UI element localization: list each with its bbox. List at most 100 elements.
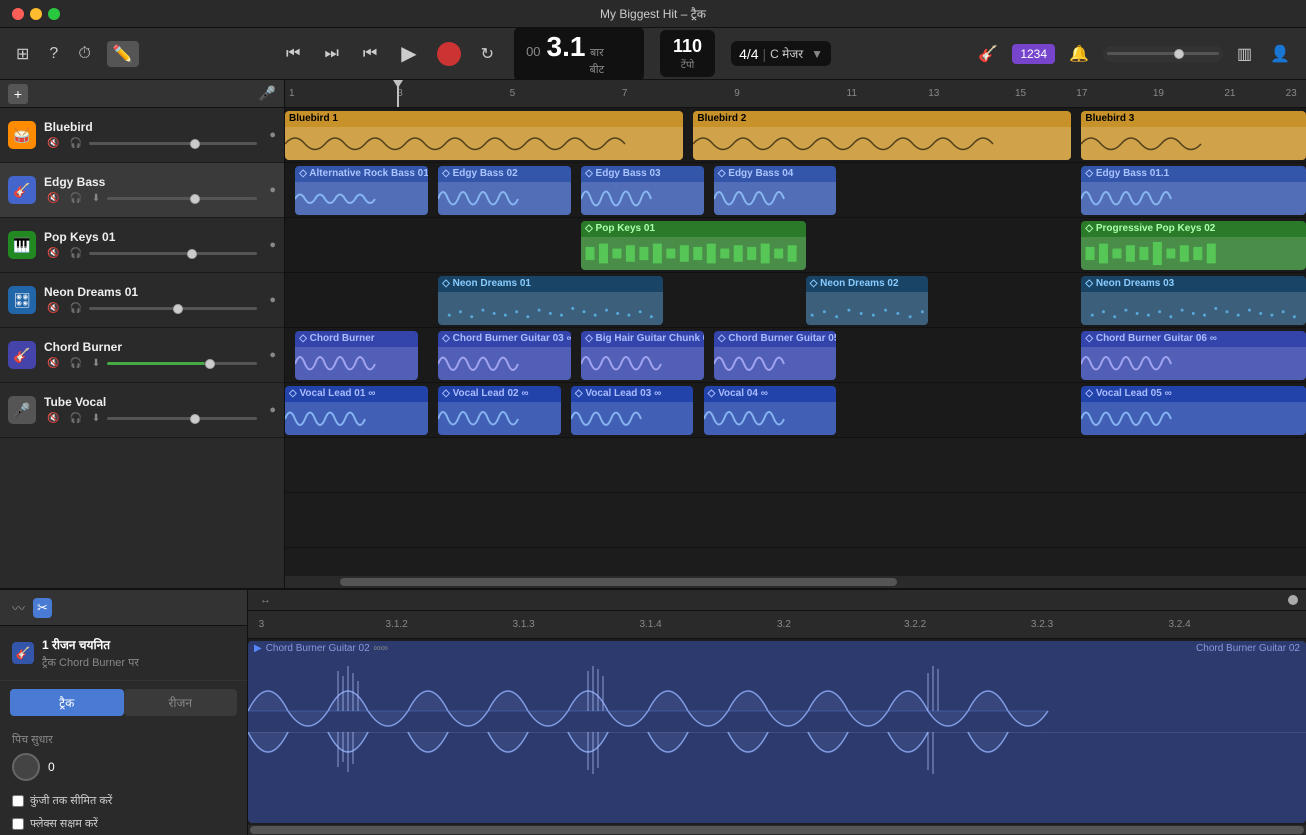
play-button[interactable]: ▶ [397,37,420,70]
empty-row-2 [285,493,1306,548]
transport-display[interactable]: 00 3.1 बार बीट [514,27,644,81]
pan-knob-edgy-bass[interactable]: ● [269,184,276,196]
volume-edgy-bass[interactable] [107,193,257,205]
region-alt-rock-bass[interactable]: ◇ Alternative Rock Bass 01 [295,166,428,215]
headphone-chord-burner[interactable]: 🎧 [66,357,84,370]
region-bluebird-1[interactable]: Bluebird 1 [285,111,683,160]
track-header-bluebird[interactable]: 🥁 Bluebird 🔇 🎧 ● [0,108,284,163]
smart-controls-button[interactable]: 🎤 [259,85,276,102]
region-chord-burner-guitar-05[interactable]: ◇ Chord Burner Guitar 05 ∞ [714,331,837,380]
pan-knob-chord-burner[interactable]: ● [269,349,276,361]
mute-pop-keys[interactable]: 🔇 [44,247,62,260]
pan-knob-neon-dreams[interactable]: ● [269,294,276,306]
region-chord-burner-guitar-03[interactable]: ◇ Chord Burner Guitar 03 ∞ [438,331,571,380]
scrollbar-thumb[interactable] [340,578,897,586]
volume-chord-burner[interactable] [107,358,257,370]
key-limit-checkbox[interactable] [12,795,24,807]
bottom-ruler[interactable]: 3 3.1.2 3.1.3 3.1.4 3.2 3.2.2 3.2.3 3.2.… [248,611,1306,639]
record-arm-edgy-bass[interactable]: ⬇ [89,192,103,205]
headphone-bluebird[interactable]: 🎧 [66,137,84,150]
region-progressive-pop-keys-02[interactable]: ◇ Progressive Pop Keys 02 [1081,221,1306,270]
track-header-neon-dreams[interactable]: 🎛 Neon Dreams 01 🔇 🎧 ● [0,273,284,328]
region-vocal-lead-03[interactable]: ◇ Vocal Lead 03 ∞ [571,386,694,435]
minimize-button[interactable] [30,8,42,20]
region-edgy-bass-02[interactable]: ◇ Edgy Bass 02 [438,166,571,215]
region-pop-keys-01[interactable]: ◇ Pop Keys 01 [581,221,806,270]
fast-forward-button[interactable]: ⏭ [320,41,342,67]
region-bluebird-2[interactable]: Bluebird 2 [693,111,1071,160]
region-vocal-lead-05[interactable]: ◇ Vocal Lead 05 ∞ [1081,386,1306,435]
bottom-scrollbar-thumb[interactable] [250,826,1304,834]
mute-tube-vocal[interactable]: 🔇 [44,412,62,425]
volume-knob[interactable] [1174,49,1184,59]
tab-track-button[interactable]: ट्रैक [10,689,124,716]
mute-neon-dreams[interactable]: 🔇 [44,302,62,315]
headphone-tube-vocal[interactable]: 🎧 [66,412,84,425]
loop-button[interactable]: ↻ [477,40,498,68]
headphone-edgy-bass[interactable]: 🎧 [66,192,84,205]
pan-knob-pop-keys[interactable]: ● [269,239,276,251]
headphone-pop-keys[interactable]: 🎧 [66,247,84,260]
region-edgy-bass-04[interactable]: ◇ Edgy Bass 04 [714,166,837,215]
region-label-edgy-bass-03: ◇ Edgy Bass 03 [581,166,665,181]
tempo-display[interactable]: 110 टेंपो [660,30,715,77]
region-edgy-bass-011[interactable]: ◇ Edgy Bass 01.1 [1081,166,1306,215]
record-button[interactable] [437,42,461,66]
mute-chord-burner[interactable]: 🔇 [44,357,62,370]
volume-neon-dreams[interactable] [89,303,257,315]
mute-edgy-bass[interactable]: 🔇 [44,192,62,205]
library-button[interactable]: ⊞ [12,40,33,68]
pitch-knob[interactable] [12,753,40,781]
pan-knob-bluebird[interactable]: ● [269,129,276,141]
track-header-tube-vocal[interactable]: 🎤 Tube Vocal 🔇 🎧 ⬇ ● [0,383,284,438]
user-id-display[interactable]: 1234 [1012,44,1055,64]
region-chord-burner-guitar-06[interactable]: ◇ Chord Burner Guitar 06 ∞ [1081,331,1306,380]
volume-pop-keys[interactable] [89,248,257,260]
bottom-main-region[interactable]: ▶ Chord Burner Guitar 02 ∞∞ Chord Burner… [248,641,1306,823]
settings-button[interactable]: ⏱ [74,41,94,67]
region-chord-burner[interactable]: ◇ Chord Burner [295,331,418,380]
speaker-button[interactable]: 👤 [1266,40,1294,68]
tuner-button[interactable]: 🎸 [974,40,1002,68]
region-bluebird-3[interactable]: Bluebird 3 [1081,111,1306,160]
region-neon-dreams-03[interactable]: ◇ Neon Dreams 03 [1081,276,1306,325]
region-neon-dreams-02[interactable]: ◇ Neon Dreams 02 [806,276,929,325]
timesig-display[interactable]: 4/4 | C मेजर ▼ [731,41,831,66]
waveform-bluebird-2 [693,127,1071,160]
region-vocal-04[interactable]: ◇ Vocal 04 ∞ [704,386,837,435]
flex-enable-checkbox[interactable] [12,818,24,830]
volume-bluebird[interactable] [89,138,257,150]
record-tube-vocal[interactable]: ⬇ [89,412,103,425]
track-header-pop-keys[interactable]: 🎹 Pop Keys 01 🔇 🎧 ● [0,218,284,273]
maximize-button[interactable] [48,8,60,20]
region-edgy-bass-03[interactable]: ◇ Edgy Bass 03 [581,166,704,215]
track-header-chord-burner[interactable]: 🎸 Chord Burner 🔇 🎧 ⬇ ● [0,328,284,383]
mute-bluebird[interactable]: 🔇 [44,137,62,150]
region-neon-dreams-01[interactable]: ◇ Neon Dreams 01 [438,276,663,325]
rewind-button[interactable]: ⏮ [282,41,304,67]
region-vocal-lead-02[interactable]: ◇ Vocal Lead 02 ∞ [438,386,561,435]
display-button[interactable]: ▥ [1233,40,1256,68]
scissors-icon-btn[interactable]: ✂ [33,598,52,618]
zoom-out-icon[interactable]: ↔ [256,592,275,608]
volume-tube-vocal[interactable] [107,413,257,425]
region-big-hair-guitar[interactable]: ◇ Big Hair Guitar Chunk 04 ∞ [581,331,704,380]
timeline-ruler[interactable]: 1 3 5 7 9 11 13 15 17 19 21 23 [285,80,1306,108]
close-button[interactable] [12,8,24,20]
titlebar: My Biggest Hit – ट्रैक [0,0,1306,28]
record-chord-burner[interactable]: ⬇ [89,357,103,370]
waveform-icon-btn[interactable]: 〰 [8,596,29,619]
bottom-scrollbar[interactable] [248,825,1306,835]
skip-back-button[interactable]: ⏮ [359,41,381,67]
pan-knob-tube-vocal[interactable]: ● [269,404,276,416]
pencil-button[interactable]: ✏️ [107,41,139,67]
alert-button[interactable]: 🔔 [1065,40,1093,68]
headphone-neon-dreams[interactable]: 🎧 [66,302,84,315]
region-vocal-lead-01[interactable]: ◇ Vocal Lead 01 ∞ [285,386,428,435]
help-button[interactable]: ? [45,41,62,67]
track-header-edgy-bass[interactable]: 🎸 Edgy Bass 🔇 🎧 ⬇ ● [0,163,284,218]
master-volume-slider[interactable] [1103,46,1223,62]
tab-region-button[interactable]: रीजन [124,689,238,716]
add-track-button[interactable]: + [8,84,28,104]
timeline-scrollbar[interactable] [285,576,1306,588]
